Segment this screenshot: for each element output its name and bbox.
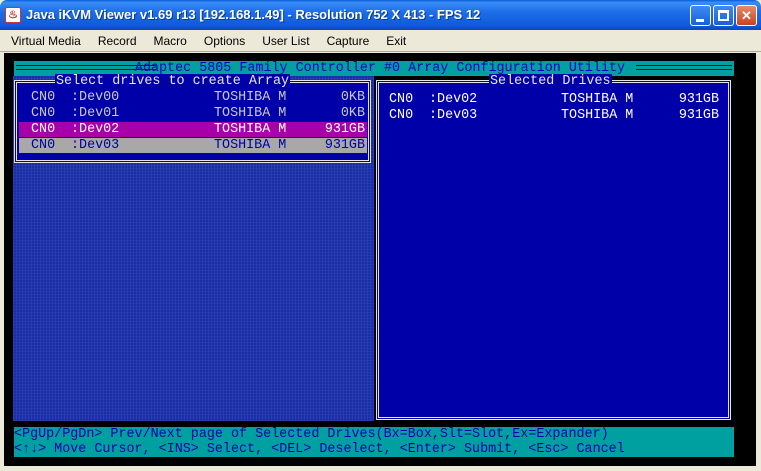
selected-drives-box: Selected Drives CN0 :Dev02 TOSHIBA M 931…	[376, 74, 731, 420]
help-line-keys: <↑↓> Move Cursor, <INS> Select, <DEL> De…	[14, 442, 625, 457]
drive-row[interactable]: CN0 :Dev01 TOSHIBA M 0KB	[19, 106, 367, 121]
menu-virtual-media[interactable]: Virtual Media	[4, 34, 88, 48]
selected-drives-title: Selected Drives	[489, 74, 612, 89]
close-button[interactable]: ✕	[736, 5, 757, 26]
menu-user-list[interactable]: User List	[255, 34, 316, 48]
java-cup-icon: ♨	[5, 7, 21, 23]
minimize-icon	[696, 19, 704, 22]
selected-drive-row: CN0 :Dev02 TOSHIBA M 931GB	[389, 92, 719, 107]
menu-options[interactable]: Options	[197, 34, 252, 48]
select-drives-title: Select drives to create Array	[55, 74, 291, 89]
minimize-button[interactable]	[690, 5, 711, 26]
drive-row[interactable]: CN0 :Dev00 TOSHIBA M 0KB	[19, 90, 367, 105]
select-drives-box: Select drives to create Array CN0 :Dev00…	[14, 74, 371, 163]
maximize-button[interactable]	[713, 5, 734, 26]
close-icon: ✕	[741, 8, 752, 23]
menu-record[interactable]: Record	[91, 34, 144, 48]
window-title: Java iKVM Viewer v1.69 r13 [192.168.1.49…	[26, 7, 481, 22]
maximize-icon	[718, 10, 729, 21]
menu-exit[interactable]: Exit	[379, 34, 413, 48]
title-bar[interactable]: ♨ Java iKVM Viewer v1.69 r13 [192.168.1.…	[0, 0, 761, 30]
selected-drive-row: CN0 :Dev03 TOSHIBA M 931GB	[389, 108, 719, 123]
remote-console[interactable]: Adaptec 5805 Family Controller #0 Array …	[4, 53, 756, 466]
menu-macro[interactable]: Macro	[147, 34, 194, 48]
drive-row-cursor[interactable]: CN0 :Dev03 TOSHIBA M 931GB	[19, 138, 367, 153]
menu-capture[interactable]: Capture	[320, 34, 377, 48]
help-line-paging: <PgUp/PgDn> Prev/Next page of Selected D…	[14, 427, 609, 442]
menu-bar: Virtual Media Record Macro Options User …	[0, 30, 761, 52]
drive-row-selected[interactable]: CN0 :Dev02 TOSHIBA M 931GB	[19, 122, 367, 137]
help-footer: <PgUp/PgDn> Prev/Next page of Selected D…	[14, 427, 734, 457]
